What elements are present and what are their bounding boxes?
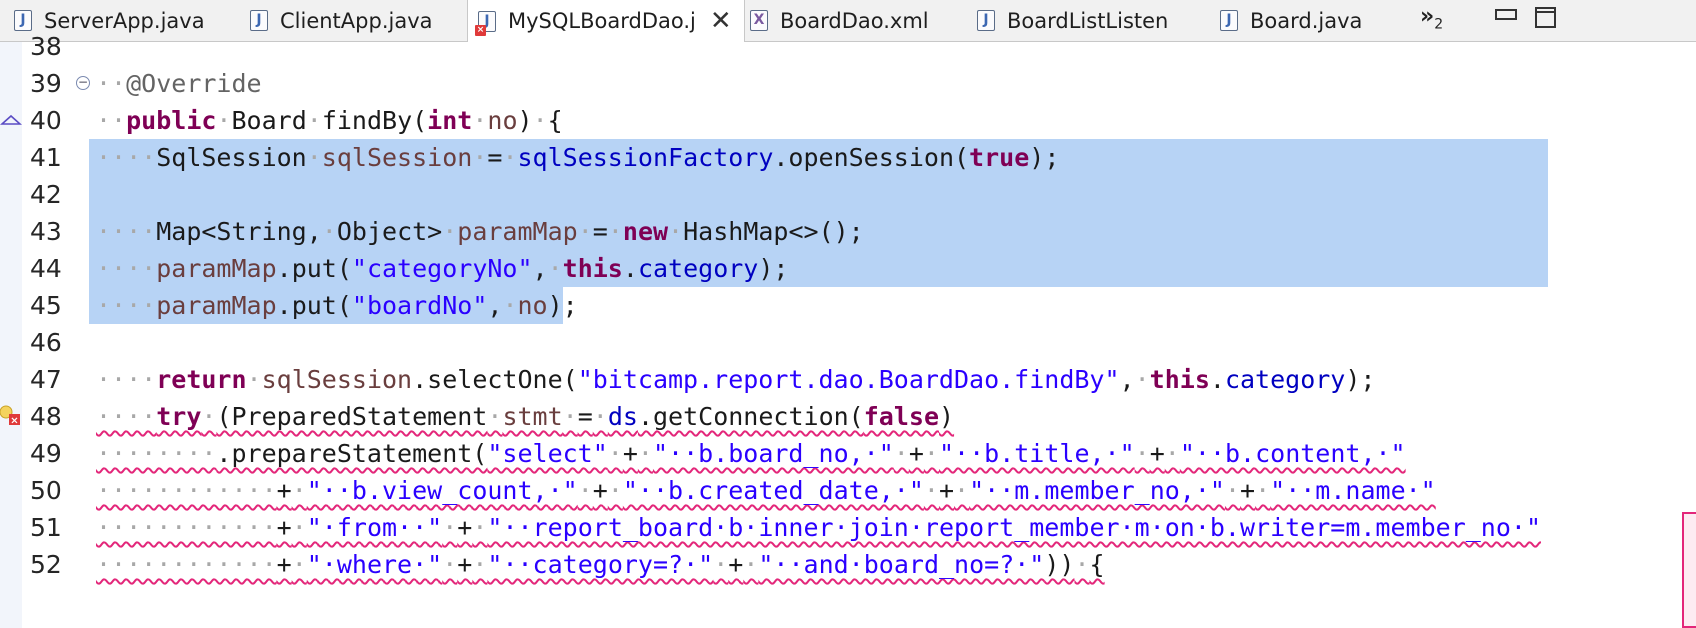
code-text: ····try·(PreparedStatement·stmt·=·ds.get… xyxy=(96,402,955,431)
code-line: 46 xyxy=(0,324,1696,361)
line-number: 43 xyxy=(30,217,62,246)
code-line: 41 ····SqlSession·sqlSession·=·sqlSessio… xyxy=(0,139,1696,176)
code-text: ····SqlSession·sqlSession·=·sqlSessionFa… xyxy=(96,143,1060,172)
code-line: 47 ····return·sqlSession.selectOne("bitc… xyxy=(0,361,1696,398)
error-bulb-icon[interactable]: × xyxy=(0,404,22,428)
code-text: ············+·"·from··"·+·"··report_boar… xyxy=(96,513,1541,542)
line-number: 51 xyxy=(30,513,62,542)
line-number: 45 xyxy=(30,291,62,320)
code-editor[interactable]: 38 39 − ··@Override 40 ··public·Board·fi… xyxy=(0,32,1696,628)
code-text: ····return·sqlSession.selectOne("bitcamp… xyxy=(96,365,1376,394)
code-text: ··@Override xyxy=(96,69,262,98)
code-line: 38 xyxy=(0,28,1696,65)
code-line: 45 ····paramMap.put("boardNo",·no); xyxy=(0,287,1696,324)
line-number: 38 xyxy=(30,32,62,61)
code-line: 44 ····paramMap.put("categoryNo",·this.c… xyxy=(0,250,1696,287)
error-overview-marker[interactable] xyxy=(1682,512,1696,628)
line-number: 48 xyxy=(30,402,62,431)
line-number: 52 xyxy=(30,550,62,579)
minimize-icon[interactable] xyxy=(1494,6,1518,26)
code-text: ····paramMap.put("boardNo",·no); xyxy=(96,291,578,320)
svg-text:×: × xyxy=(10,416,18,427)
code-text: ····paramMap.put("categoryNo",·this.cate… xyxy=(96,254,789,283)
code-line: 40 ··public·Board·findBy(int·no)·{ xyxy=(0,102,1696,139)
override-marker-icon xyxy=(0,114,22,125)
code-text: ········.prepareStatement("select"·+·"··… xyxy=(96,439,1406,468)
line-number: 42 xyxy=(30,180,62,209)
maximize-icon[interactable] xyxy=(1534,6,1558,30)
code-line: 50 ············+·"··b.view_count,·"·+·"·… xyxy=(0,472,1696,509)
line-number: 49 xyxy=(30,439,62,468)
code-text: ············+·"·where·"·+·"··category=?·… xyxy=(96,550,1105,579)
code-text: ············+·"··b.view_count,·"·+·"··b.… xyxy=(96,476,1436,505)
code-line: 52 ············+·"·where·"·+·"··category… xyxy=(0,546,1696,583)
line-number: 39 xyxy=(30,69,62,98)
line-number: 40 xyxy=(30,106,62,135)
fold-collapse-icon[interactable]: − xyxy=(76,76,90,90)
line-number: 50 xyxy=(30,476,62,505)
line-number: 41 xyxy=(30,143,62,172)
code-line: 51 ············+·"·from··"·+·"··report_b… xyxy=(0,509,1696,546)
code-line: 42 xyxy=(0,176,1696,213)
line-number: 47 xyxy=(30,365,62,394)
code-line: 43 ····Map<String,·Object>·paramMap·=·ne… xyxy=(0,213,1696,250)
line-number: 46 xyxy=(30,328,62,357)
code-text: ··public·Board·findBy(int·no)·{ xyxy=(96,106,563,135)
code-line: 49 ········.prepareStatement("select"·+·… xyxy=(0,435,1696,472)
line-number: 44 xyxy=(30,254,62,283)
code-line: 39 − ··@Override xyxy=(0,65,1696,102)
code-text: ····Map<String,·Object>·paramMap·=·new·H… xyxy=(96,217,864,246)
code-line: × 48 ····try·(PreparedStatement·stmt·=·d… xyxy=(0,398,1696,435)
